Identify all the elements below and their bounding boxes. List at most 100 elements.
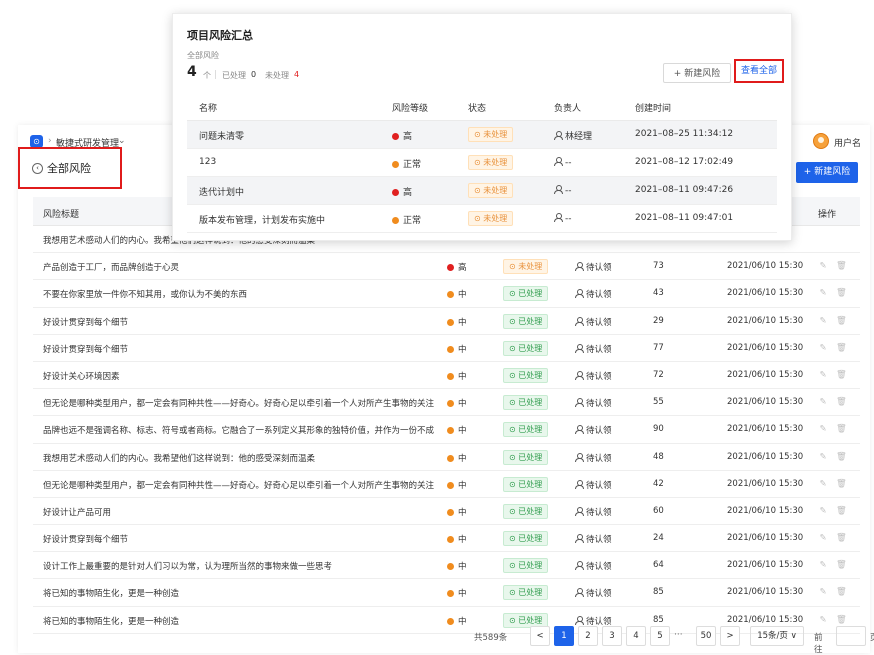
delete-icon[interactable]: 🗑 <box>836 288 847 298</box>
risk-title[interactable]: 好设计贯穿到每个细节 <box>43 533 441 545</box>
table-row[interactable]: 好设计贯穿到每个细节中 ⊙ 已处理 待认领 24 2021/06/10 15:30 ✎ 🗑 <box>33 525 860 553</box>
chevron-down-icon[interactable]: ⌄ <box>118 136 126 146</box>
page-button-1[interactable]: 1 <box>554 626 574 646</box>
risk-title[interactable]: 好设计让产品可用 <box>43 506 441 518</box>
edit-icon[interactable]: ✎ <box>818 424 828 434</box>
edit-icon[interactable]: ✎ <box>818 560 828 570</box>
view-all-button[interactable]: 查看全部 <box>734 59 784 83</box>
risk-title[interactable]: 但无论是哪种类型用户，都一定会有同种共性——好奇心。好奇心足以牵引着一个人对所产… <box>43 397 441 409</box>
edit-icon[interactable]: ✎ <box>818 343 828 353</box>
risk-name[interactable]: 123 <box>199 157 216 167</box>
new-risk-button[interactable]: + 新建风险 <box>796 162 858 183</box>
delete-icon[interactable]: 🗑 <box>836 615 847 625</box>
owner-cell[interactable]: 待认领 <box>575 370 612 382</box>
popup-table-row[interactable]: 迭代计划中 高 ⊙ 未处理 -- 2021–08–11 09:47:26 <box>187 177 777 205</box>
risk-title[interactable]: 但无论是哪种类型用户，都一定会有同种共性——好奇心。好奇心足以牵引着一个人对所产… <box>43 479 441 491</box>
edit-icon[interactable]: ✎ <box>818 533 828 543</box>
risk-title[interactable]: 好设计贯穿到每个细节 <box>43 343 441 355</box>
popup-table-row[interactable]: 版本发布管理，计划发布实施中 正常 ⊙ 未处理 -- 2021–08–11 09:47:… <box>187 205 777 233</box>
page-button-4[interactable]: 4 <box>626 626 646 646</box>
risk-title[interactable]: 产品创造于工厂，而品牌创造于心灵 <box>43 261 441 273</box>
status-icon: ⊙ <box>509 398 519 408</box>
table-row[interactable]: 好设计关心环境因素中 ⊙ 已处理 待认领 72 2021/06/10 15:30 ✎ 🗑 <box>33 362 860 390</box>
goto-page-input[interactable] <box>836 626 866 646</box>
edit-icon[interactable]: ✎ <box>818 506 828 516</box>
risk-name[interactable]: 问题未清零 <box>199 129 244 142</box>
edit-icon[interactable]: ✎ <box>818 370 828 380</box>
table-row[interactable]: 产品创造于工厂，而品牌创造于心灵 高 ⊙ 未处理 待认领 73 2021/06/10 15… <box>33 253 860 281</box>
delete-icon[interactable]: 🗑 <box>836 343 847 353</box>
pagination-ellipsis[interactable]: ··· <box>674 630 683 640</box>
edit-icon[interactable]: ✎ <box>818 397 828 407</box>
owner-label: 待认领 <box>586 344 612 355</box>
edit-icon[interactable]: ✎ <box>818 316 828 326</box>
owner-cell[interactable]: 待认领 <box>575 261 612 273</box>
table-row[interactable]: 但无论是哪种类型用户，都一定会有同种共性——好奇心。好奇心足以牵引着一个人对所产… <box>33 471 860 498</box>
risk-title[interactable]: 将已知的事物陌生化，更是一种创造 <box>43 615 441 627</box>
column-header-title[interactable]: 风险标题 <box>43 207 79 220</box>
edit-icon[interactable]: ✎ <box>818 615 828 625</box>
page-size-select[interactable]: 15条/页 ∨ <box>750 626 804 646</box>
high-level-icon <box>392 133 399 140</box>
popup-table-row[interactable]: 问题未清零 高 ⊙ 未处理 林经理 2021–08–25 11:34:12 <box>187 121 777 149</box>
table-row[interactable]: 我想用艺术感动人们的内心。我希望他们这样说到：他的感受深刻而温柔 中 ⊙ 已处理 待认… <box>33 444 860 471</box>
popup-table-row[interactable]: 123 正常 ⊙ 未处理 -- 2021–08–12 17:02:49 <box>187 149 777 177</box>
delete-icon[interactable]: 🗑 <box>836 316 847 326</box>
delete-icon[interactable]: 🗑 <box>836 397 847 407</box>
delete-icon[interactable]: 🗑 <box>836 370 847 380</box>
prev-page-button[interactable]: < <box>530 626 550 646</box>
page-button-2[interactable]: 2 <box>578 626 598 646</box>
table-row[interactable]: 好设计贯穿到每个细节中 ⊙ 已处理 待认领 29 2021/06/10 15:30 ✎ 🗑 <box>33 308 860 335</box>
owner-cell[interactable]: 待认领 <box>575 343 612 355</box>
owner-cell[interactable]: 待认领 <box>575 316 612 328</box>
delete-icon[interactable]: 🗑 <box>836 506 847 516</box>
edit-icon[interactable]: ✎ <box>818 288 828 298</box>
table-row[interactable]: 将已知的事物陌生化，更是一种创造 中 ⊙ 已处理 待认领 85 2021/06/10 15… <box>33 579 860 607</box>
delete-icon[interactable]: 🗑 <box>836 452 847 462</box>
delete-icon[interactable]: 🗑 <box>836 560 847 570</box>
page-button-5[interactable]: 5 <box>650 626 670 646</box>
delete-icon[interactable]: 🗑 <box>836 479 847 489</box>
page-button-3[interactable]: 3 <box>602 626 622 646</box>
edit-icon[interactable]: ✎ <box>818 261 828 271</box>
owner-cell[interactable]: 待认领 <box>575 288 612 300</box>
owner-cell[interactable]: 待认领 <box>575 479 612 491</box>
page-button-50[interactable]: 50 <box>696 626 716 646</box>
risk-title[interactable]: 好设计贯穿到每个细节 <box>43 316 441 328</box>
risk-title[interactable]: 我想用艺术感动人们的内心。我希望他们这样说到：他的感受深刻而温柔 <box>43 452 441 464</box>
owner-cell[interactable]: 待认领 <box>575 424 612 436</box>
owner-cell[interactable]: 待认领 <box>575 587 612 599</box>
risk-title[interactable]: 品牌也远不是强调名称、标志、符号或者商标。它融合了一系列定义其形象的独特价值，并… <box>43 424 441 436</box>
delete-icon[interactable]: 🗑 <box>836 261 847 271</box>
risk-title[interactable]: 不要在你家里放一件你不知其用，或你认为不美的东西 <box>43 288 441 300</box>
table-row[interactable]: 好设计让产品可用中 ⊙ 已处理 待认领 60 2021/06/10 15:30 ✎ 🗑 <box>33 498 860 526</box>
delete-icon[interactable]: 🗑 <box>836 424 847 434</box>
delete-icon[interactable]: 🗑 <box>836 533 847 543</box>
avatar[interactable] <box>813 133 829 149</box>
edit-icon[interactable]: ✎ <box>818 587 828 597</box>
popup-new-risk-button[interactable]: + 新建风险 <box>663 63 731 83</box>
person-icon <box>575 506 584 516</box>
owner-cell[interactable]: 待认领 <box>575 615 612 627</box>
risk-name[interactable]: 迭代计划中 <box>199 185 244 198</box>
table-row[interactable]: 好设计贯穿到每个细节中 ⊙ 已处理 待认领 77 2021/06/10 15:30 ✎ 🗑 <box>33 335 860 362</box>
risk-name[interactable]: 版本发布管理，计划发布实施中 <box>199 213 325 226</box>
edit-icon[interactable]: ✎ <box>818 479 828 489</box>
delete-icon[interactable]: 🗑 <box>836 587 847 597</box>
owner-cell[interactable]: 待认领 <box>575 533 612 545</box>
status-label: 已处理 <box>518 398 543 408</box>
risk-title[interactable]: 将已知的事物陌生化，更是一种创造 <box>43 587 441 599</box>
next-page-button[interactable]: > <box>720 626 740 646</box>
edit-icon[interactable]: ✎ <box>818 452 828 462</box>
table-row[interactable]: 但无论是哪种类型用户，都一定会有同种共性——好奇心。好奇心足以牵引着一个人对所产… <box>33 389 860 417</box>
risk-title[interactable]: 设计工作上最重要的是针对人们习以为常，认为理所当然的事物来做一些思考 <box>43 560 441 572</box>
table-row[interactable]: 品牌也远不是强调名称、标志、符号或者商标。它融合了一系列定义其形象的独特价值，并… <box>33 416 860 444</box>
table-row[interactable]: 设计工作上最重要的是针对人们习以为常，认为理所当然的事物来做一些思考 中 ⊙ 已处理… <box>33 552 860 580</box>
owner-cell[interactable]: 待认领 <box>575 506 612 518</box>
owner-cell[interactable]: 待认领 <box>575 560 612 572</box>
owner-cell[interactable]: 待认领 <box>575 397 612 409</box>
risk-title[interactable]: 好设计关心环境因素 <box>43 370 441 382</box>
table-row[interactable]: 不要在你家里放一件你不知其用，或你认为不美的东西 中 ⊙ 已处理 待认领 43 2021/… <box>33 280 860 308</box>
owner-cell[interactable]: 待认领 <box>575 452 612 464</box>
username[interactable]: 用户名 <box>834 136 861 149</box>
